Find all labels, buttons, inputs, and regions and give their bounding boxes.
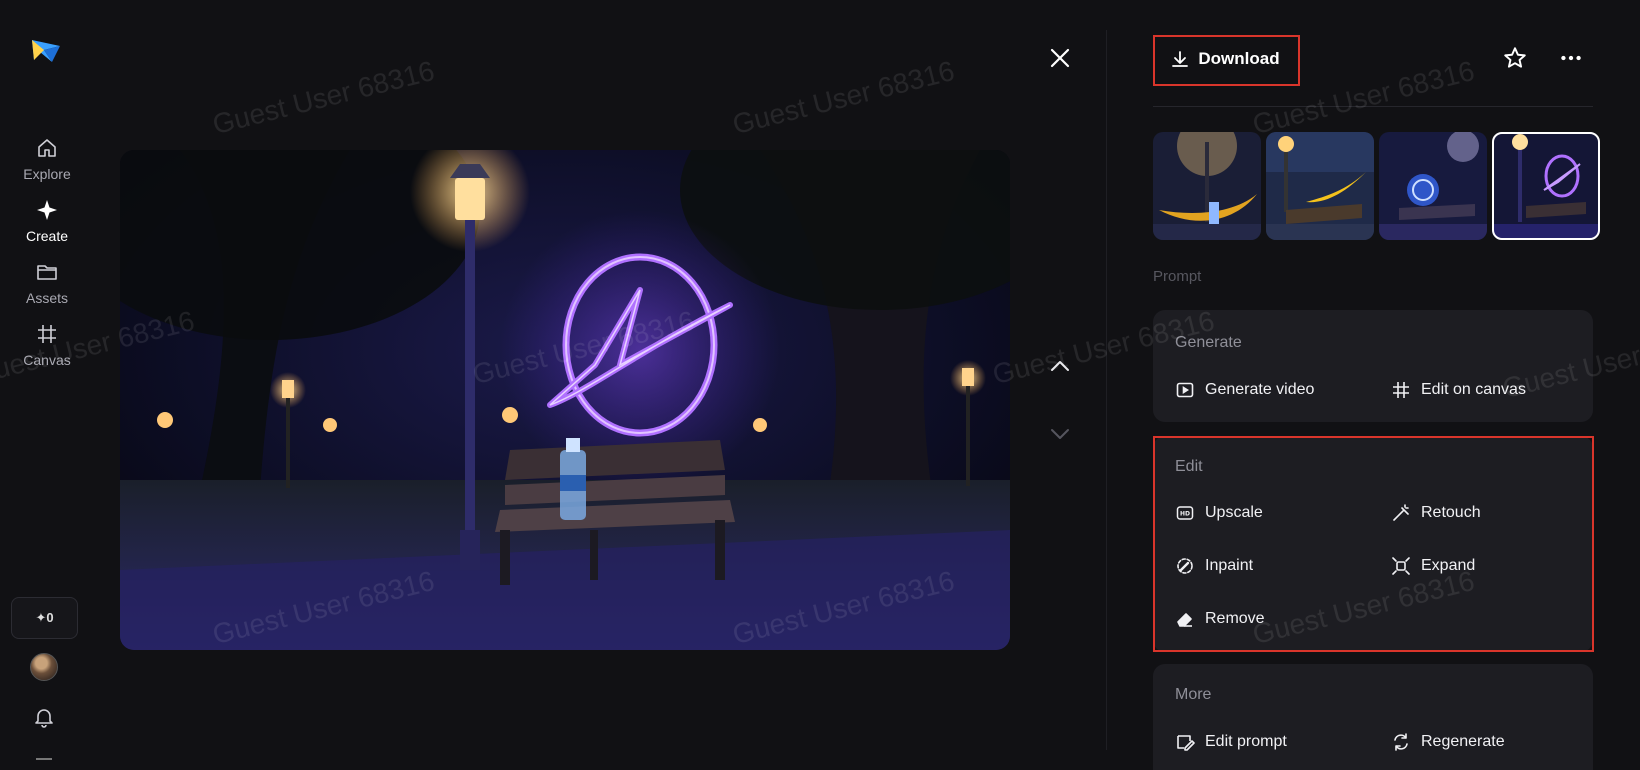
nav-create-label: Create: [25, 228, 69, 244]
folder-icon: [37, 265, 57, 280]
edit-prompt-button[interactable]: Edit prompt: [1175, 732, 1287, 752]
chevron-down-icon[interactable]: [1046, 420, 1074, 448]
generate-video-button[interactable]: Generate video: [1175, 380, 1314, 400]
chevron-up-icon[interactable]: [1046, 352, 1074, 380]
rail-menu-handle[interactable]: [36, 758, 52, 760]
canvas-icon: [38, 325, 56, 343]
neon-bench-image: [120, 150, 1010, 650]
nav-explore-label: Explore: [23, 166, 71, 182]
watermark: Guest User 68316: [209, 54, 438, 141]
nav-explore[interactable]: Explore: [0, 136, 94, 182]
left-rail: Explore Create Assets Canvas ✦0: [0, 0, 94, 770]
thumbnail-strip: [1153, 132, 1600, 240]
generate-title: Generate: [1175, 334, 1242, 351]
panel-divider: [1106, 30, 1107, 750]
edit-highlight-box: [1153, 436, 1594, 652]
thumbnail-1[interactable]: [1153, 132, 1261, 240]
star-icon[interactable]: [1502, 45, 1528, 71]
regenerate-label: Regenerate: [1421, 733, 1505, 750]
close-icon[interactable]: [1046, 44, 1074, 72]
nav-assets-label: Assets: [25, 290, 68, 306]
nav-canvas[interactable]: Canvas: [0, 322, 94, 368]
generate-video-label: Generate video: [1205, 381, 1315, 398]
bell-icon[interactable]: [32, 705, 56, 729]
thumbnail-3[interactable]: [1379, 132, 1487, 240]
more-title: More: [1175, 686, 1212, 703]
canvas-icon: [1393, 382, 1409, 398]
sparkle-icon: [37, 200, 57, 220]
nav-create[interactable]: Create: [0, 198, 94, 244]
thumbnail-2[interactable]: [1266, 132, 1374, 240]
app-logo-icon[interactable]: [30, 34, 62, 66]
regenerate-icon: [1394, 733, 1408, 751]
nav-canvas-label: Canvas: [23, 352, 71, 368]
edit-on-canvas-button[interactable]: Edit on canvas: [1391, 380, 1526, 400]
download-highlight-box: [1153, 35, 1300, 86]
play-square-icon: [1176, 382, 1194, 398]
thumbnail-4[interactable]: [1492, 132, 1600, 240]
prompt-label: Prompt: [1153, 268, 1202, 285]
avatar[interactable]: [30, 653, 58, 681]
more-card: More Edit prompt Regenerate: [1153, 664, 1593, 770]
watermark: Guest User 68316: [729, 54, 958, 141]
edit-prompt-icon: [1177, 735, 1195, 751]
more-icon[interactable]: [1558, 45, 1584, 71]
panel-header-divider: [1153, 106, 1593, 107]
home-icon: [38, 139, 56, 157]
edit-on-canvas-label: Edit on canvas: [1421, 381, 1526, 398]
edit-prompt-label: Edit prompt: [1205, 733, 1287, 750]
main-image: [120, 150, 1010, 650]
nav-assets[interactable]: Assets: [0, 260, 94, 306]
regenerate-button[interactable]: Regenerate: [1391, 732, 1505, 752]
generate-card: Generate Generate video Edit on canvas: [1153, 310, 1593, 422]
credits-badge[interactable]: ✦0: [11, 597, 78, 639]
